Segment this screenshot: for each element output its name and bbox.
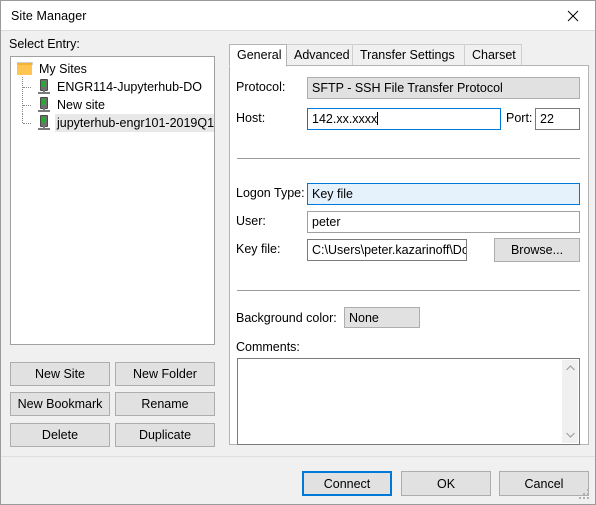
- tree-guide: [15, 113, 37, 132]
- user-label: User:: [236, 214, 266, 228]
- site-manager-dialog: Site Manager Select Entry: My Sites ENGR…: [0, 0, 596, 505]
- new-site-button[interactable]: New Site: [10, 362, 110, 386]
- section-divider-1: [237, 158, 580, 159]
- select-entry-label: Select Entry:: [9, 37, 80, 51]
- site-tree[interactable]: My Sites ENGR114-Jupyterhub-DO New site: [10, 56, 215, 345]
- tree-item-label: jupyterhub-engr101-2019Q1: [55, 114, 215, 132]
- user-input[interactable]: peter: [307, 211, 580, 233]
- key-file-input[interactable]: C:\Users\peter.kazarinoff\Docur: [307, 239, 467, 261]
- logon-type-select[interactable]: Key file: [307, 183, 580, 205]
- browse-button[interactable]: Browse...: [494, 238, 580, 262]
- server-icon: [37, 115, 51, 131]
- title-bar: Site Manager: [1, 1, 595, 31]
- rename-button[interactable]: Rename: [115, 392, 215, 416]
- key-file-label: Key file:: [236, 242, 281, 256]
- logon-type-label: Logon Type:: [236, 186, 305, 200]
- tree-item-jupyterhub-engr101-2019q1[interactable]: jupyterhub-engr101-2019Q1: [11, 113, 215, 132]
- duplicate-button[interactable]: Duplicate: [115, 423, 215, 447]
- tree-item-label: My Sites: [39, 62, 87, 76]
- tree-item-my-sites[interactable]: My Sites: [11, 60, 214, 78]
- new-folder-button[interactable]: New Folder: [115, 362, 215, 386]
- window-title: Site Manager: [11, 9, 87, 23]
- port-label: Port:: [506, 111, 533, 125]
- tab-transfer-settings[interactable]: Transfer Settings: [352, 44, 465, 66]
- scroll-down-icon[interactable]: [562, 427, 578, 443]
- tree-guide: [15, 77, 37, 96]
- ok-button[interactable]: OK: [401, 471, 491, 496]
- folder-icon: [17, 62, 33, 76]
- footer-divider: [1, 456, 595, 457]
- section-divider-2: [237, 290, 580, 291]
- comments-textarea[interactable]: [237, 358, 580, 445]
- resize-grip[interactable]: [579, 489, 591, 501]
- comments-scrollbar[interactable]: [562, 360, 578, 443]
- tree-item-new-site[interactable]: New site: [11, 95, 214, 114]
- tree-item-label: ENGR114-Jupyterhub-DO: [57, 80, 202, 94]
- tree-guide: [15, 95, 37, 114]
- general-tab-panel: Protocol: SFTP - SSH File Transfer Proto…: [229, 65, 589, 445]
- close-icon[interactable]: [550, 1, 595, 30]
- tree-item-label: New site: [57, 98, 105, 112]
- protocol-select[interactable]: SFTP - SSH File Transfer Protocol: [307, 77, 580, 99]
- new-bookmark-button[interactable]: New Bookmark: [10, 392, 110, 416]
- tree-item-engr114-jupyterhub-do[interactable]: ENGR114-Jupyterhub-DO: [11, 77, 214, 96]
- host-input[interactable]: 142.xx.xxxx: [307, 108, 501, 130]
- background-color-label: Background color:: [236, 311, 337, 325]
- protocol-label: Protocol:: [236, 80, 286, 94]
- server-icon: [37, 97, 51, 113]
- host-label: Host:: [236, 111, 266, 125]
- delete-button[interactable]: Delete: [10, 423, 110, 447]
- scroll-up-icon[interactable]: [562, 360, 578, 376]
- tab-advanced[interactable]: Advanced: [286, 44, 353, 66]
- tab-general[interactable]: General: [229, 44, 287, 67]
- port-input[interactable]: 22: [535, 108, 580, 130]
- background-color-select[interactable]: None: [344, 307, 420, 328]
- tab-charset[interactable]: Charset: [464, 44, 522, 66]
- comments-label: Comments:: [236, 340, 300, 354]
- connect-button[interactable]: Connect: [302, 471, 392, 496]
- host-input-value: 142.xx.xxxx: [312, 112, 378, 126]
- server-icon: [37, 79, 51, 95]
- tab-bar: General Advanced Transfer Settings Chars…: [229, 44, 589, 67]
- text-caret: [377, 112, 379, 125]
- cancel-button[interactable]: Cancel: [499, 471, 589, 496]
